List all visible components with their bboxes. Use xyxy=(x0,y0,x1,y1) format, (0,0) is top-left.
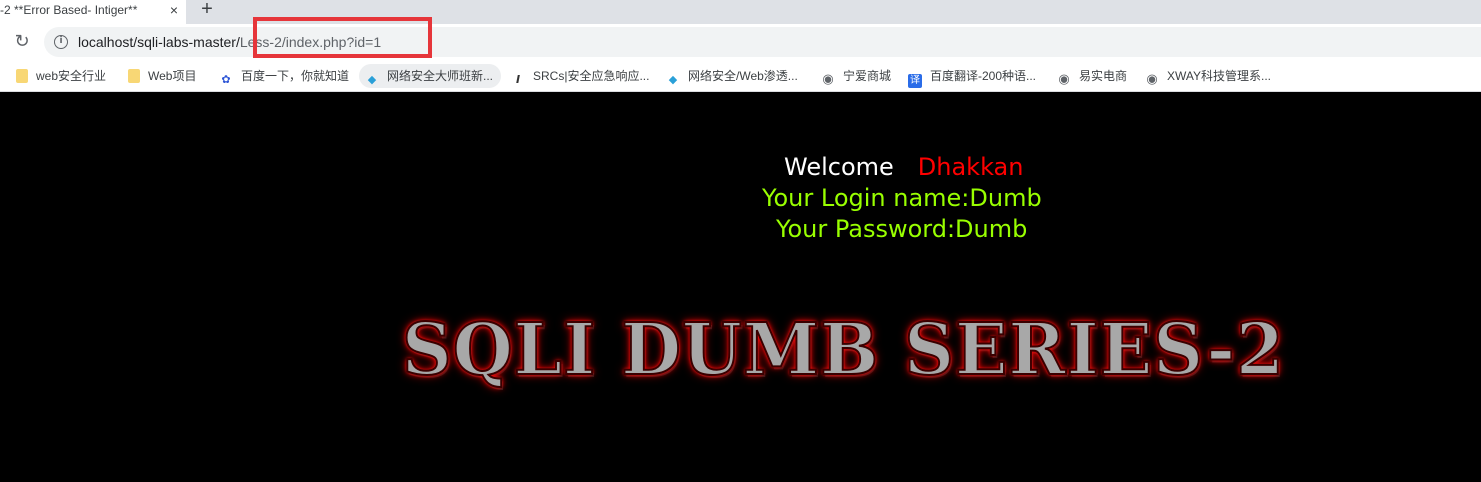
new-tab-button[interactable]: + xyxy=(196,0,218,20)
globe-icon: ◉ xyxy=(1058,72,1070,87)
baidu-paw-icon: ✿ xyxy=(221,73,231,86)
bookmark-web-projects[interactable]: Web项目 xyxy=(126,64,196,88)
translate-icon: 译 xyxy=(908,74,922,88)
page-content: Welcome Dhakkan Your Login name:Dumb Your… xyxy=(0,93,1481,482)
bookmark-label: 网络安全大师班新... xyxy=(387,69,494,83)
welcome-name: Dhakkan xyxy=(917,153,1024,181)
bookmark-label: 宁爱商城 xyxy=(843,69,892,83)
bookmark-security-master-class[interactable]: ◆ 网络安全大师班新... xyxy=(359,64,502,88)
bookmark-srcs[interactable]: I SRCs|安全应急响应... xyxy=(509,64,650,88)
bookmark-baidu-translate[interactable]: 译百度翻译-200种语... xyxy=(906,64,1036,88)
diamond-icon: ◆ xyxy=(367,73,377,86)
bookmark-label: XWAY科技管理系... xyxy=(1167,69,1272,83)
bookmark-baidu[interactable]: ✿ 百度一下，你就知道 xyxy=(217,64,349,88)
folder-icon xyxy=(128,69,140,83)
folder-icon xyxy=(16,69,28,83)
bookmark-yishi-ecommerce[interactable]: ◉ 易实电商 xyxy=(1055,64,1127,88)
bookmarks-bar: web安全行业 Web项目 ✿ 百度一下，你就知道 ◆ 网络安全大师班新... IS… xyxy=(0,60,1481,92)
bookmark-label: 网络安全/Web渗透... xyxy=(688,69,798,83)
globe-icon: ◉ xyxy=(1146,72,1158,87)
tab-title: s-2 **Error Based- Intiger** xyxy=(0,3,138,17)
sqli-banner-logo: SQLI DUMB SERIES-2 xyxy=(401,306,1285,392)
bookmark-xway[interactable]: ◉ XWAY科技管理系... xyxy=(1143,64,1271,88)
reload-icon[interactable]: ↻ xyxy=(10,30,34,54)
bookmark-web-security-industry[interactable]: web安全行业 xyxy=(14,64,106,88)
srcs-icon: I xyxy=(515,73,521,86)
diamond-icon: ◆ xyxy=(668,73,678,86)
password-text: Your Password:Dumb xyxy=(776,215,1028,243)
bookmark-web-pentest[interactable]: ◆ 网络安全/Web渗透... xyxy=(664,64,798,88)
bookmark-label: 易实电商 xyxy=(1079,69,1128,83)
welcome-line: Welcome Dhakkan xyxy=(784,153,1023,181)
close-tab-icon[interactable]: × xyxy=(166,0,182,20)
tab-strip: s-2 **Error Based- Intiger** × + xyxy=(0,0,1481,24)
site-info-icon[interactable]: i xyxy=(54,35,68,49)
url-highlight-annotation xyxy=(253,17,432,58)
welcome-text: Welcome xyxy=(784,153,894,181)
bookmark-label: 百度翻译-200种语... xyxy=(930,69,1037,83)
bookmark-ningai-mall[interactable]: ◉ 宁爱商城 xyxy=(819,64,891,88)
url-host: localhost/sqli-labs-master/ xyxy=(78,34,240,50)
browser-toolbar: ↻ i localhost/sqli-labs-master/Less-2/in… xyxy=(0,24,1481,60)
globe-icon: ◉ xyxy=(822,72,834,87)
bookmark-label: web安全行业 xyxy=(36,69,107,83)
bookmark-label: 百度一下，你就知道 xyxy=(241,69,350,83)
login-name-text: Your Login name:Dumb xyxy=(762,184,1042,212)
bookmark-label: SRCs|安全应急响应... xyxy=(533,69,650,83)
active-tab[interactable]: s-2 **Error Based- Intiger** × xyxy=(0,0,186,24)
bookmark-label: Web项目 xyxy=(148,69,197,83)
